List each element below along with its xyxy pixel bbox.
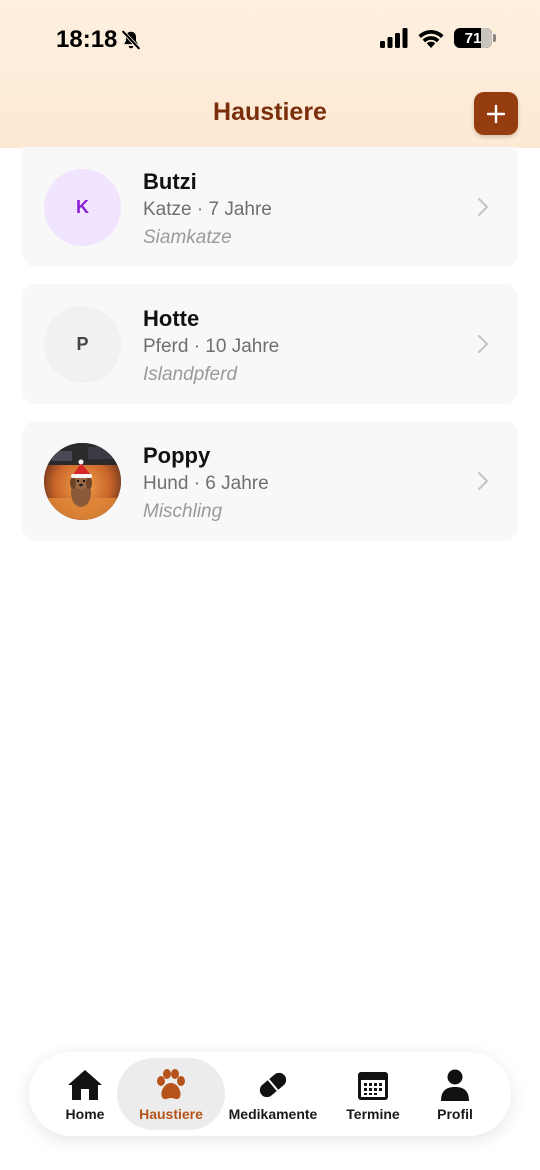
house-icon: [68, 1070, 102, 1100]
avatar: K: [44, 169, 121, 246]
pet-name: Hotte: [143, 306, 200, 331]
status-time: 18:18: [56, 26, 118, 53]
cellular-signal-icon: [380, 28, 408, 48]
battery-percent: 71: [464, 29, 482, 47]
tab-label: Haustiere: [139, 1106, 203, 1122]
pet-breed: Islandpferd: [143, 364, 238, 385]
tab-home[interactable]: Home: [51, 1058, 119, 1130]
dog-photo: [44, 443, 121, 520]
avatar-initial: P: [76, 334, 89, 354]
tab-label: Medikamente: [228, 1106, 318, 1122]
chevron-right-icon: [478, 198, 488, 216]
bell-slash-icon: [121, 30, 141, 50]
tab-label: Home: [65, 1106, 105, 1122]
pet-card-hotte[interactable]: P Hotte Pferd · 10 Jahre Islandpferd: [22, 284, 518, 404]
chevron-right-icon: [478, 472, 488, 490]
chevron-right-icon: [478, 335, 488, 353]
add-pet-button[interactable]: [474, 92, 518, 135]
tab-label: Termine: [346, 1106, 400, 1122]
pet-breed: Siamkatze: [143, 227, 232, 248]
pet-species-age: Hund · 6 Jahre: [143, 473, 269, 494]
paw-icon: [157, 1069, 185, 1100]
person-icon: [441, 1069, 469, 1101]
page-title: Haustiere: [213, 98, 327, 126]
calendar-icon: [358, 1072, 388, 1100]
tab-label: Profil: [437, 1106, 473, 1122]
pet-species-age: Pferd · 10 Jahre: [143, 336, 280, 357]
avatar: P: [44, 306, 121, 383]
pet-name: Butzi: [143, 169, 197, 194]
tab-bar: Home Haustiere Medikamente Termine Profi…: [29, 1052, 511, 1136]
pet-name: Poppy: [143, 443, 211, 468]
avatar-initial: K: [76, 197, 89, 217]
pet-species-age: Katze · 7 Jahre: [143, 199, 272, 220]
pet-card-poppy[interactable]: Poppy Hund · 6 Jahre Mischling: [22, 421, 518, 541]
wifi-icon: [418, 29, 444, 48]
pill-icon: [259, 1072, 287, 1098]
battery-icon: 71: [454, 28, 496, 48]
pet-list: K Butzi Katze · 7 Jahre Siamkatze P Hott…: [22, 147, 518, 558]
plus-icon: [486, 104, 506, 123]
dog-photo-avatar: [44, 443, 121, 520]
tab-haustiere[interactable]: Haustiere: [117, 1058, 225, 1130]
tab-termine[interactable]: Termine: [337, 1058, 409, 1130]
tab-profil[interactable]: Profil: [425, 1058, 485, 1130]
pet-card-butzi[interactable]: K Butzi Katze · 7 Jahre Siamkatze: [22, 147, 518, 267]
pet-breed: Mischling: [143, 501, 223, 522]
tab-medikamente[interactable]: Medikamente: [227, 1058, 319, 1130]
status-bar: 18:18 71: [0, 0, 540, 80]
